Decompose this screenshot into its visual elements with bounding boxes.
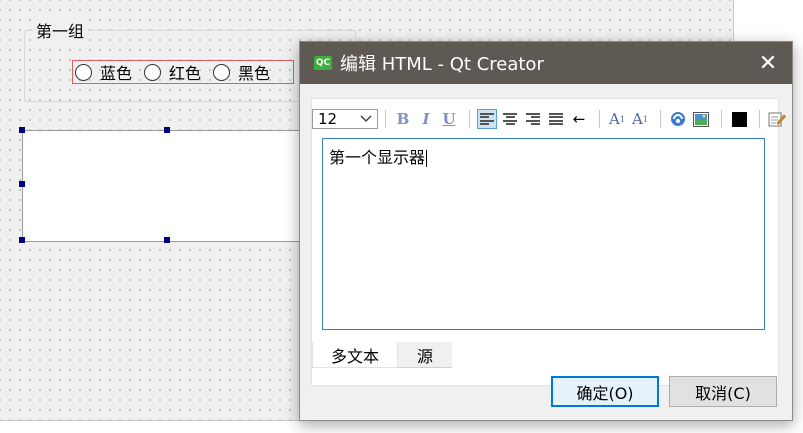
toolbar-separator (599, 110, 600, 128)
toolbar-separator (721, 110, 722, 128)
align-justify-icon (549, 113, 563, 125)
align-left-button[interactable] (477, 109, 497, 129)
dialog-title: 编辑 HTML - Qt Creator (340, 54, 544, 75)
editor-content: 第一个显示器 (329, 148, 426, 167)
text-cursor (426, 150, 428, 167)
selected-text-widget[interactable] (22, 130, 314, 242)
superscript-letter: A (609, 110, 620, 128)
underline-button[interactable]: U (439, 109, 459, 129)
cancel-button[interactable]: 取消(C) (669, 376, 777, 407)
align-left-icon (480, 113, 494, 125)
radio-red[interactable]: 红色 (142, 60, 201, 84)
tab-source[interactable]: 源 (398, 342, 453, 368)
groupbox-title: 第一组 (32, 18, 89, 42)
resize-handle-left[interactable] (19, 181, 25, 187)
resize-handle-top-left[interactable] (19, 127, 25, 133)
italic-button[interactable]: I (416, 109, 436, 129)
close-icon[interactable]: ✕ (756, 51, 780, 76)
insert-link-button[interactable] (668, 109, 688, 129)
image-icon (693, 111, 709, 127)
superscript-button[interactable]: A1 (607, 109, 627, 129)
superscript-mark: 1 (619, 114, 625, 124)
rich-text-editor[interactable]: 第一个显示器 (322, 138, 765, 330)
resize-handle-top[interactable] (164, 127, 170, 133)
align-right-icon (526, 113, 540, 125)
tab-rich-text[interactable]: 多文本 (312, 342, 399, 368)
bold-button[interactable]: B (393, 109, 413, 129)
simplify-html-button[interactable] (767, 109, 787, 129)
align-center-icon (503, 113, 517, 125)
resize-handle-bottom-left[interactable] (19, 237, 25, 243)
dialog-titlebar[interactable]: QC 编辑 HTML - Qt Creator ✕ (300, 42, 792, 84)
radio-button-row[interactable]: 蓝色 红色 黑色 (72, 60, 294, 84)
radio-circle-icon (213, 63, 231, 81)
insert-image-button[interactable] (691, 109, 711, 129)
align-right-button[interactable] (523, 109, 543, 129)
radio-black[interactable]: 黑色 (211, 60, 270, 84)
radio-label: 黑色 (238, 64, 271, 83)
link-icon (671, 112, 685, 126)
toolbar-separator (469, 110, 470, 128)
subscript-mark: 1 (642, 114, 648, 124)
radio-blue[interactable]: 蓝色 (73, 60, 132, 84)
chevron-down-icon (360, 115, 372, 122)
qt-creator-icon: QC (314, 56, 332, 70)
editor-tabs: 多文本 源 (312, 342, 453, 368)
radio-circle-icon (144, 63, 162, 81)
document-edit-icon (768, 112, 786, 127)
toolbar-separator (385, 110, 386, 128)
text-color-swatch (731, 111, 747, 127)
edit-html-dialog: QC 编辑 HTML - Qt Creator ✕ 12 B I U ← A 1… (299, 41, 793, 421)
align-justify-button[interactable] (546, 109, 566, 129)
ok-button[interactable]: 确定(O) (551, 376, 659, 407)
align-center-button[interactable] (500, 109, 520, 129)
font-size-combo[interactable]: 12 (312, 109, 378, 129)
radio-circle-icon (75, 63, 92, 81)
radio-label: 红色 (169, 64, 202, 83)
resize-handle-bottom[interactable] (164, 237, 170, 243)
subscript-button[interactable]: A1 (630, 109, 650, 129)
radio-label: 蓝色 (100, 64, 133, 83)
font-size-value: 12 (318, 110, 338, 128)
text-color-button[interactable] (729, 109, 749, 129)
formatting-toolbar: 12 B I U ← A1 A1 (312, 108, 790, 130)
toolbar-separator (759, 110, 760, 128)
left-to-right-button[interactable]: ← (569, 109, 589, 129)
subscript-letter: A (632, 110, 643, 128)
toolbar-separator (660, 110, 661, 128)
